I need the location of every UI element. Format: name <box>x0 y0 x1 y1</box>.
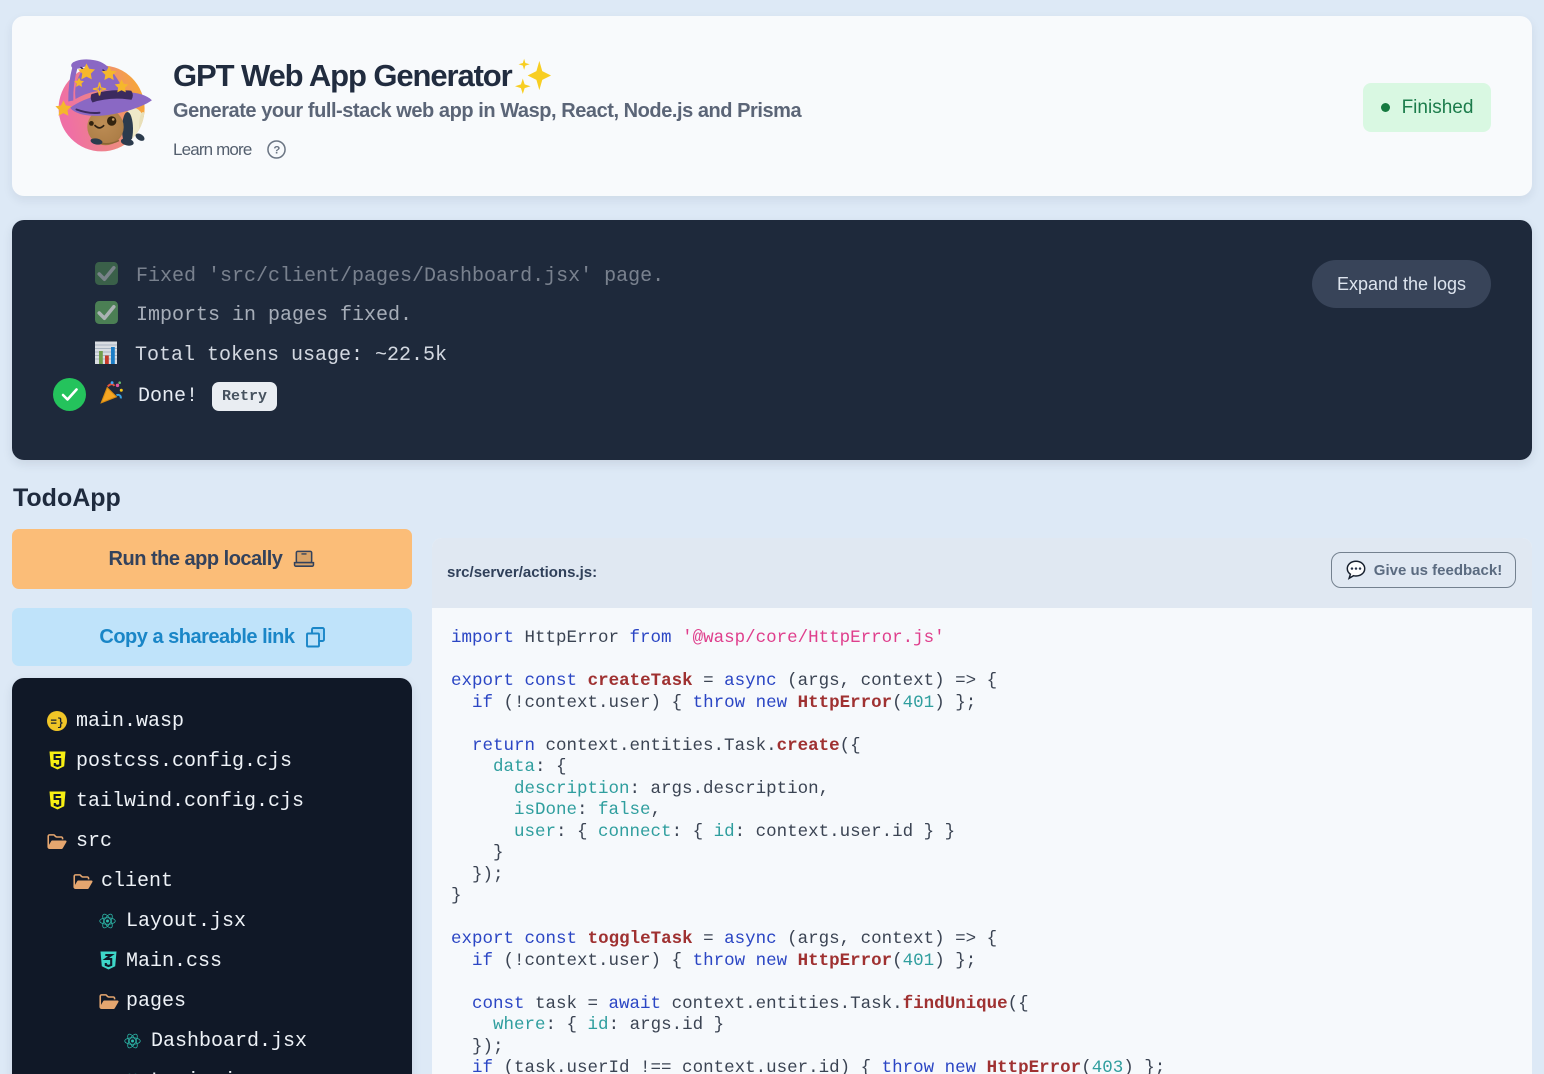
svg-text:?: ? <box>274 144 281 156</box>
svg-text:=}: =} <box>50 718 63 730</box>
